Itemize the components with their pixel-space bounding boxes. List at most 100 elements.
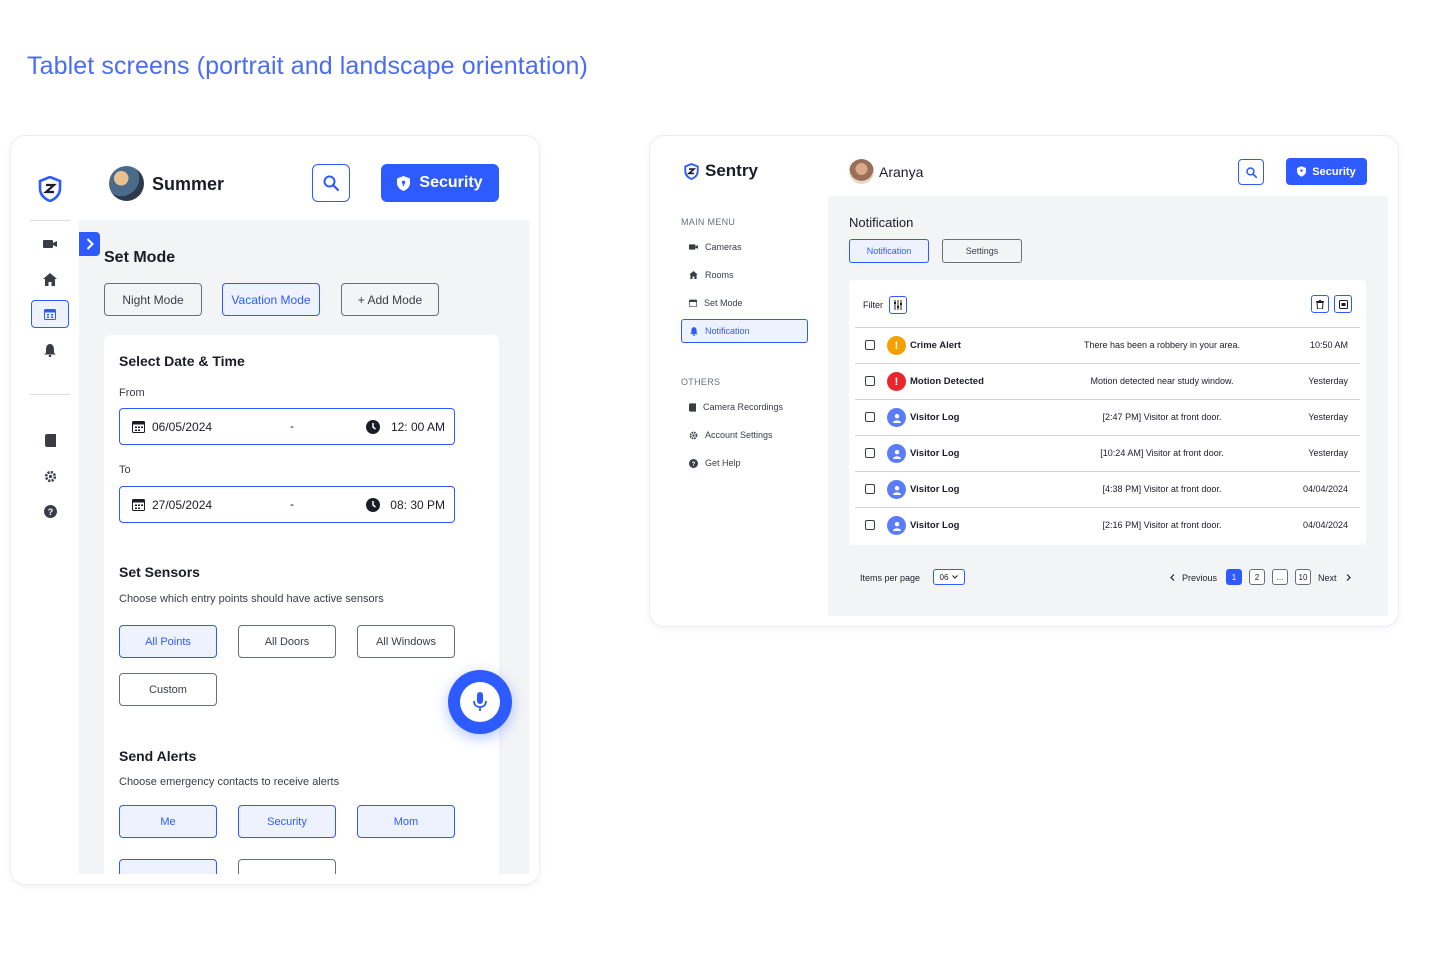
shield-icon bbox=[397, 175, 411, 191]
row-checkbox[interactable] bbox=[865, 520, 875, 530]
avatar[interactable] bbox=[109, 166, 144, 201]
brand-name: Sentry bbox=[705, 161, 758, 180]
avatar[interactable] bbox=[849, 159, 874, 184]
clock-icon bbox=[366, 498, 380, 512]
table-row[interactable]: ! Motion Detected Motion detected near stu… bbox=[855, 363, 1360, 399]
items-per-page-label: Items per page bbox=[860, 573, 921, 583]
tab-settings[interactable]: Settings bbox=[942, 239, 1022, 263]
sensor-all-windows-button[interactable]: All Windows bbox=[357, 625, 455, 658]
notification-message: [10:24 AM] Visitor at front door. bbox=[1100, 448, 1224, 458]
person-icon bbox=[887, 480, 906, 499]
archive-button[interactable] bbox=[1334, 295, 1352, 313]
sensor-all-points-button[interactable]: All Points bbox=[119, 625, 217, 658]
calendar-icon bbox=[132, 499, 145, 511]
notification-title: Motion Detected bbox=[910, 376, 984, 387]
sidebar-item-get-help[interactable]: ? Get Help bbox=[681, 451, 808, 475]
contact-me-button[interactable]: Me bbox=[119, 805, 217, 838]
sensor-custom-button[interactable]: Custom bbox=[119, 673, 217, 706]
mode-settings-card: Select Date & Time From 06/05/2024 - 12:… bbox=[104, 335, 499, 874]
to-datetime-field[interactable]: 27/05/2024 - 08: 30 PM bbox=[119, 486, 455, 523]
contact-mom-button[interactable]: Mom bbox=[357, 805, 455, 838]
search-button[interactable] bbox=[312, 164, 350, 202]
notification-title: Visitor Log bbox=[910, 448, 960, 459]
page-2-button[interactable]: 2 bbox=[1249, 569, 1265, 585]
filter-button[interactable] bbox=[889, 296, 907, 314]
clock-icon bbox=[366, 420, 380, 434]
sidebar-item-rooms[interactable]: Rooms bbox=[681, 263, 808, 287]
notification-table: Filter ! Crime Alert There has been a robb… bbox=[849, 280, 1366, 545]
sidebar-item-label: Get Help bbox=[705, 458, 741, 468]
rail-recordings-icon[interactable] bbox=[39, 429, 61, 451]
filter-label: Filter bbox=[863, 300, 883, 310]
table-row[interactable]: Visitor Log [2:47 PM] Visitor at front do… bbox=[855, 399, 1360, 435]
items-per-page-select[interactable]: 06 bbox=[933, 569, 965, 585]
row-checkbox[interactable] bbox=[865, 484, 875, 494]
previous-button[interactable]: Previous bbox=[1182, 573, 1217, 583]
table-row[interactable]: Visitor Log [4:38 PM] Visitor at front do… bbox=[855, 471, 1360, 507]
row-checkbox[interactable] bbox=[865, 412, 875, 422]
sensors-title: Set Sensors bbox=[119, 564, 200, 580]
row-checkbox[interactable] bbox=[865, 448, 875, 458]
mode-night-button[interactable]: Night Mode bbox=[104, 283, 202, 316]
sensor-all-doors-button[interactable]: All Doors bbox=[238, 625, 336, 658]
sidebar-item-cameras[interactable]: Cameras bbox=[681, 235, 808, 259]
page-10-button[interactable]: 10 bbox=[1295, 569, 1311, 585]
calendar-icon bbox=[132, 421, 145, 433]
contact-partial-button[interactable] bbox=[119, 859, 217, 874]
divider bbox=[30, 220, 70, 221]
mode-vacation-button[interactable]: Vacation Mode bbox=[222, 283, 320, 316]
notification-message: [2:47 PM] Visitor at front door. bbox=[1102, 412, 1222, 422]
voice-button[interactable] bbox=[448, 670, 512, 734]
trash-icon bbox=[1316, 299, 1324, 309]
table-row[interactable]: Visitor Log [2:16 PM] Visitor at front do… bbox=[855, 507, 1360, 543]
contact-security-button[interactable]: Security bbox=[238, 805, 336, 838]
row-checkbox[interactable] bbox=[865, 376, 875, 386]
security-button[interactable]: Security bbox=[1286, 158, 1367, 185]
rail-help-icon[interactable]: ? bbox=[39, 500, 61, 522]
sidebar-item-set-mode[interactable]: Set Mode bbox=[681, 291, 808, 315]
rail-calendar-icon[interactable] bbox=[31, 300, 69, 328]
expand-sidebar-button[interactable] bbox=[79, 232, 100, 256]
add-contact-partial-button[interactable] bbox=[238, 859, 336, 874]
security-button[interactable]: Security bbox=[381, 164, 499, 202]
notification-time: 04/04/2024 bbox=[1302, 484, 1348, 494]
sidebar-item-label: Notification bbox=[705, 326, 750, 336]
shield-icon bbox=[1297, 166, 1307, 177]
rail-gear-icon[interactable] bbox=[39, 465, 61, 487]
delete-button[interactable] bbox=[1311, 295, 1329, 313]
table-row[interactable]: Visitor Log [10:24 AM] Visitor at front d… bbox=[855, 435, 1360, 471]
gear-icon bbox=[689, 431, 698, 439]
notification-time: 10:50 AM bbox=[1309, 340, 1348, 350]
chevron-left-icon[interactable] bbox=[1170, 574, 1175, 581]
archive-icon bbox=[1338, 299, 1348, 309]
sidebar-item-account-settings[interactable]: Account Settings bbox=[681, 423, 808, 447]
table-row[interactable]: ! Crime Alert There has been a robbery in … bbox=[855, 327, 1360, 363]
rail-home-icon[interactable] bbox=[39, 268, 61, 290]
tab-notification[interactable]: Notification bbox=[849, 239, 929, 263]
page-heading: Tablet screens (portrait and landscape o… bbox=[27, 52, 588, 80]
filter: Filter bbox=[863, 296, 907, 314]
brand[interactable]: Sentry bbox=[684, 161, 758, 181]
chevron-right-icon bbox=[86, 238, 94, 250]
notification-time: Yesterday bbox=[1308, 376, 1348, 386]
from-datetime-field[interactable]: 06/05/2024 - 12: 00 AM bbox=[119, 408, 455, 445]
search-icon bbox=[1245, 166, 1257, 178]
chevron-right-icon[interactable] bbox=[1346, 574, 1351, 581]
add-mode-button[interactable]: + Add Mode bbox=[341, 283, 439, 316]
next-button[interactable]: Next bbox=[1318, 573, 1337, 583]
search-button[interactable] bbox=[1238, 159, 1264, 185]
shield-logo-icon bbox=[684, 162, 699, 180]
rail-bell-icon[interactable] bbox=[39, 339, 61, 361]
sidebar-item-label: Camera Recordings bbox=[703, 402, 784, 412]
row-checkbox[interactable] bbox=[865, 340, 875, 350]
page-1-button[interactable]: 1 bbox=[1226, 569, 1242, 585]
recordings-icon bbox=[689, 402, 696, 412]
sidebar-item-camera-recordings[interactable]: Camera Recordings bbox=[681, 395, 808, 419]
rail-camera-icon[interactable] bbox=[39, 233, 61, 255]
pagination: Items per page 06 Previous 1 2 ... 10 Ne… bbox=[849, 561, 1366, 591]
from-label: From bbox=[119, 387, 145, 399]
range-separator: - bbox=[290, 497, 294, 511]
notification-time: 04/04/2024 bbox=[1302, 520, 1348, 530]
sidebar-item-notification[interactable]: Notification bbox=[681, 319, 808, 343]
icon-rail: ? bbox=[11, 136, 79, 884]
